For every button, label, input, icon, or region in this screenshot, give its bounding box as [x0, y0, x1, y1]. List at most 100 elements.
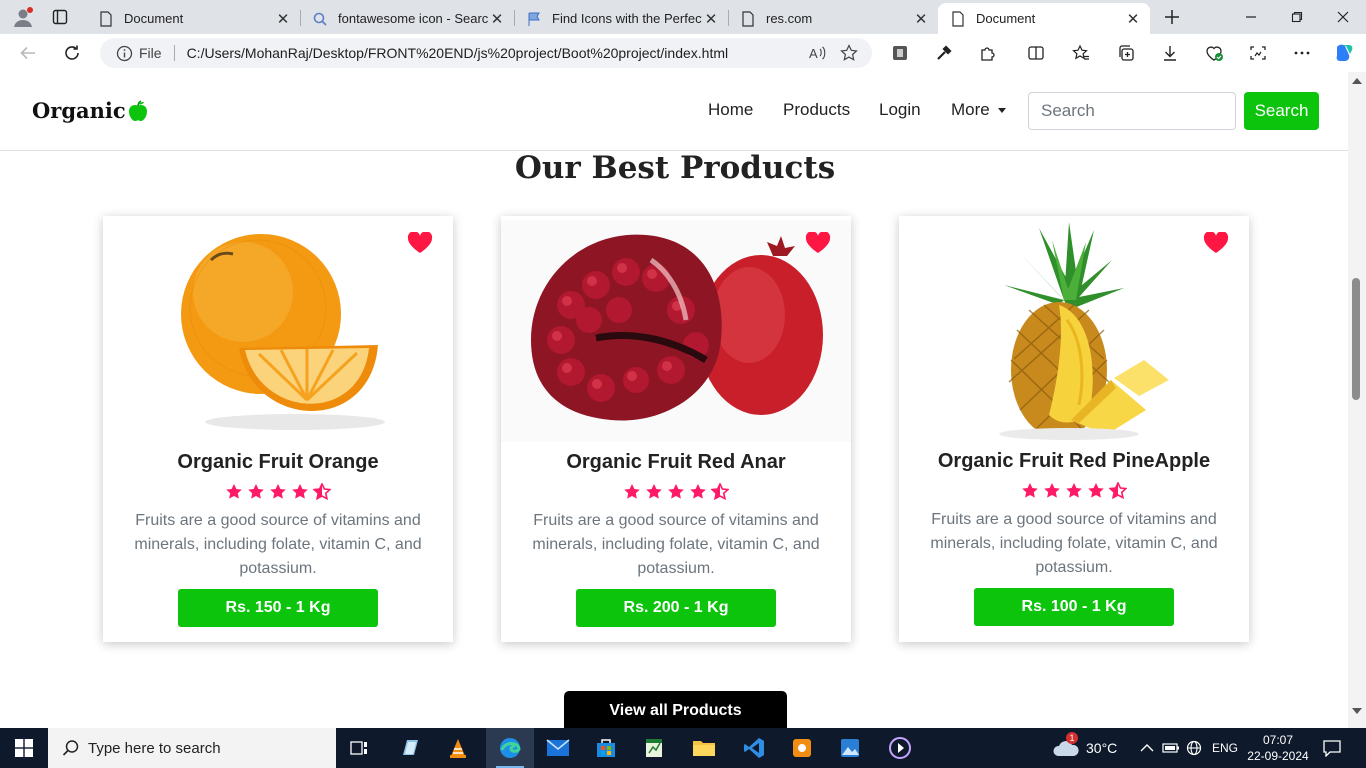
- page-icon: [98, 10, 114, 27]
- network-globe-icon[interactable]: [1186, 728, 1202, 768]
- downloads-icon[interactable]: [1152, 34, 1188, 72]
- extensions-puzzle-icon[interactable]: [970, 34, 1006, 72]
- profile-avatar-icon[interactable]: [8, 0, 38, 34]
- star-icon: [645, 483, 663, 501]
- browser-essentials-icon[interactable]: [1196, 34, 1232, 72]
- file-explorer-icon[interactable]: [680, 728, 728, 768]
- system-clock[interactable]: 07:07 22-09-2024: [1236, 732, 1320, 764]
- split-screen-icon[interactable]: [1018, 34, 1054, 72]
- notepad-app-icon[interactable]: [386, 728, 434, 768]
- close-tab-icon[interactable]: ✕: [912, 10, 930, 28]
- scroll-thumb[interactable]: [1352, 278, 1360, 400]
- browser-tab-1[interactable]: fontawesome icon - Search ✕: [300, 3, 514, 34]
- scheme-label: File: [139, 45, 162, 61]
- clock-date: 22-09-2024: [1247, 749, 1309, 763]
- favorites-icon[interactable]: [1063, 34, 1099, 72]
- spreadsheet-app-icon[interactable]: [630, 728, 678, 768]
- nav-more-dropdown[interactable]: More: [951, 100, 1006, 120]
- page-icon: [950, 10, 966, 27]
- site-search-input[interactable]: [1028, 92, 1236, 130]
- wishlist-heart-icon[interactable]: [407, 232, 433, 254]
- close-tab-icon[interactable]: ✕: [1124, 10, 1142, 28]
- nav-login-link[interactable]: Login: [879, 100, 921, 120]
- close-tab-icon[interactable]: ✕: [274, 10, 292, 28]
- wishlist-heart-icon[interactable]: [1203, 232, 1229, 254]
- star-icon: [1043, 482, 1061, 500]
- browser-tab-0[interactable]: Document ✕: [86, 3, 300, 34]
- chevron-up-icon[interactable]: [1140, 728, 1154, 768]
- url-text[interactable]: C:/Users/MohanRaj/Desktop/FRONT%20END/js…: [187, 45, 808, 61]
- nav-products-link[interactable]: Products: [783, 100, 850, 120]
- scroll-down-arrow-icon[interactable]: [1352, 708, 1362, 714]
- info-icon[interactable]: [116, 45, 133, 62]
- flag-icon: [526, 11, 542, 27]
- price-button[interactable]: Rs. 150 - 1 Kg: [178, 589, 378, 627]
- site-search-button[interactable]: Search: [1244, 92, 1319, 130]
- price-button[interactable]: Rs. 200 - 1 Kg: [576, 589, 776, 627]
- product-title: Organic Fruit Red Anar: [566, 451, 786, 473]
- collections-icon[interactable]: [1108, 34, 1144, 72]
- rating-stars: [501, 483, 851, 501]
- refresh-icon[interactable]: [54, 34, 90, 72]
- favorite-star-icon[interactable]: [840, 44, 858, 62]
- restore-icon[interactable]: [1274, 0, 1320, 34]
- new-tab-icon[interactable]: [1156, 0, 1188, 34]
- browser-tab-3[interactable]: res.com ✕: [728, 3, 938, 34]
- apple-icon: [128, 99, 148, 122]
- copilot-icon[interactable]: [1326, 34, 1362, 72]
- browser-tab-strip: Document ✕ fontawesome icon - Search ✕ F…: [0, 0, 1366, 34]
- notification-icon[interactable]: [1322, 728, 1342, 768]
- rating-stars: [899, 482, 1249, 500]
- tab-actions-icon[interactable]: [46, 0, 74, 34]
- screenshot-icon[interactable]: [1240, 34, 1276, 72]
- vlc-app-icon[interactable]: [434, 728, 482, 768]
- product-card-pineapple: Organic Fruit Red PineApple Fruits are a…: [899, 216, 1249, 642]
- scroll-up-arrow-icon[interactable]: [1352, 78, 1362, 84]
- address-bar[interactable]: File C:/Users/MohanRaj/Desktop/FRONT%20E…: [100, 38, 872, 68]
- extension-reader-icon[interactable]: [882, 34, 918, 72]
- language-indicator[interactable]: ENG: [1212, 728, 1238, 768]
- orange-app-icon[interactable]: [778, 728, 826, 768]
- close-tab-icon[interactable]: ✕: [702, 10, 720, 28]
- eyedropper-icon[interactable]: [926, 34, 962, 72]
- taskbar-search-box[interactable]: Type here to search: [48, 728, 336, 768]
- read-aloud-icon[interactable]: A: [808, 44, 826, 62]
- brand-logo[interactable]: Organic: [32, 98, 148, 123]
- task-view-icon[interactable]: [336, 728, 384, 768]
- more-menu-icon[interactable]: [1284, 34, 1320, 72]
- edge-app-icon[interactable]: [486, 728, 534, 768]
- wishlist-heart-icon[interactable]: [805, 232, 831, 254]
- page-icon: [740, 10, 756, 27]
- product-title: Organic Fruit Red PineApple: [937, 450, 1211, 472]
- mail-app-icon[interactable]: [534, 728, 582, 768]
- taskbar-search-placeholder: Type here to search: [88, 739, 221, 757]
- weather-temp: 30°C: [1086, 740, 1118, 756]
- browser-tab-4-active[interactable]: Document ✕: [938, 3, 1150, 34]
- page-scrollbar[interactable]: [1348, 72, 1366, 728]
- product-description: Fruits are a good source of vitamins and…: [134, 512, 422, 577]
- svg-text:A: A: [809, 46, 818, 61]
- product-description: Fruits are a good source of vitamins and…: [930, 511, 1218, 576]
- vscode-app-icon[interactable]: [730, 728, 778, 768]
- cloud-icon: 1: [1052, 732, 1080, 758]
- weather-widget[interactable]: 1 30°C: [1052, 728, 1117, 768]
- pomegranate-image: [501, 220, 851, 442]
- nav-home-link[interactable]: Home: [708, 100, 753, 120]
- view-all-products-button[interactable]: View all Products: [564, 691, 787, 728]
- battery-icon[interactable]: [1162, 728, 1180, 768]
- rating-stars: [103, 483, 453, 501]
- minimize-icon[interactable]: [1228, 0, 1274, 34]
- browser-tab-2[interactable]: Find Icons with the Perfect Lo ✕: [514, 3, 728, 34]
- store-app-icon[interactable]: [582, 728, 630, 768]
- close-tab-icon[interactable]: ✕: [488, 10, 506, 28]
- windows-start-icon[interactable]: [0, 728, 48, 768]
- weather-badge: 1: [1066, 732, 1078, 744]
- close-window-icon[interactable]: [1320, 0, 1366, 34]
- star-icon: [247, 483, 265, 501]
- photos-app-icon[interactable]: [826, 728, 874, 768]
- price-button[interactable]: Rs. 100 - 1 Kg: [974, 588, 1174, 626]
- star-half-icon: [313, 483, 331, 501]
- back-arrow-icon[interactable]: [10, 34, 46, 72]
- media-player-icon[interactable]: [876, 728, 924, 768]
- tab-title: Find Icons with the Perfect Lo: [552, 11, 702, 26]
